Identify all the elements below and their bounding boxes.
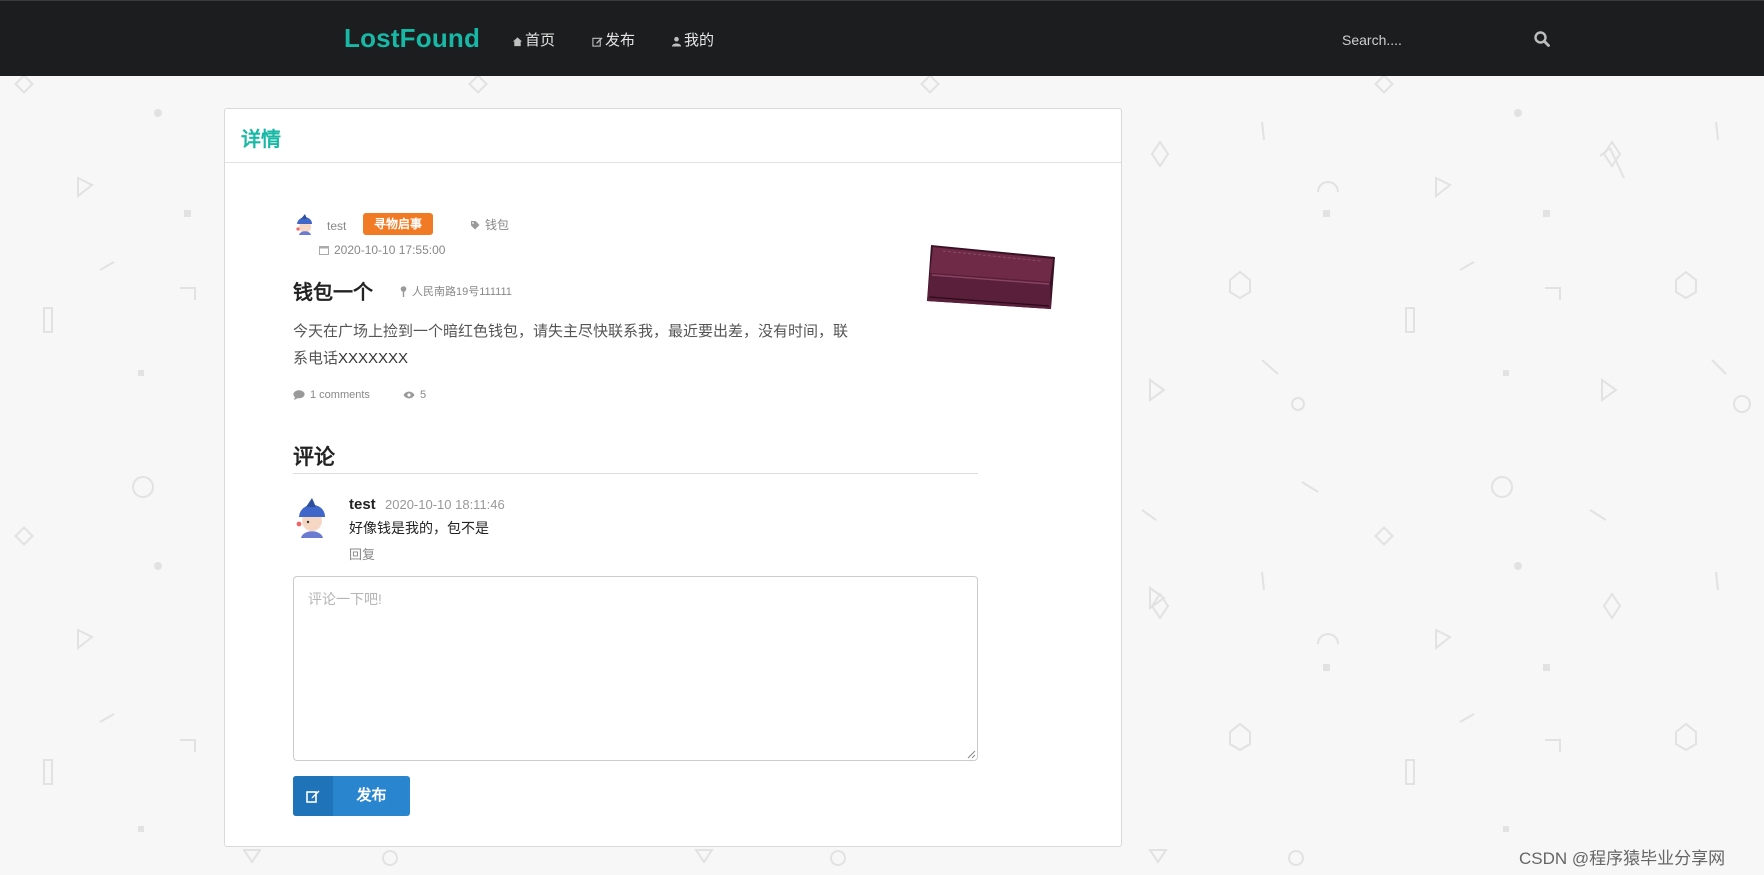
reply-link[interactable]: 回复 xyxy=(349,544,375,563)
submit-comment-button[interactable]: 发布 xyxy=(293,776,410,816)
calendar-icon xyxy=(319,246,329,255)
brand-logo[interactable]: LostFound xyxy=(344,23,480,54)
panel-title: 详情 xyxy=(241,129,281,151)
post-author[interactable]: test xyxy=(327,219,346,233)
search-icon[interactable] xyxy=(1533,30,1551,48)
submit-button-label: 发布 xyxy=(356,787,387,804)
nav-mine[interactable]: 我的 xyxy=(671,29,714,50)
post-tag-label: 钱包 xyxy=(485,218,510,232)
panel-header: 详情 xyxy=(225,109,1121,163)
category-badge: 寻物启事 xyxy=(363,213,434,235)
post-description: 今天在广场上捡到一个暗红色钱包，请失主尽快联系我，最近要出差，没有时间，联系电话… xyxy=(293,318,853,372)
comment-icon xyxy=(293,390,305,400)
map-pin-icon xyxy=(400,285,407,297)
search-input[interactable] xyxy=(1340,21,1544,59)
item-image[interactable] xyxy=(923,227,1063,327)
post-title: 钱包一个 xyxy=(293,282,373,304)
comments-count-label: 1 comments xyxy=(310,389,370,401)
author-avatar[interactable] xyxy=(293,213,315,237)
watermark: CSDN @程序猿毕业分享网 xyxy=(1519,849,1726,868)
resize-handle-icon[interactable] xyxy=(966,749,976,759)
nav-publish[interactable]: 发布 xyxy=(592,29,635,50)
nav-mine-label: 我的 xyxy=(684,32,715,49)
comment-input[interactable] xyxy=(293,576,978,761)
post-location: 人民南路19号111111 xyxy=(400,283,512,299)
eye-icon xyxy=(403,391,415,399)
nav-home[interactable]: 首页 xyxy=(512,29,555,50)
post-tag[interactable]: 钱包 xyxy=(470,216,509,233)
views-count: 5 xyxy=(403,389,426,401)
detail-panel: 详情 test 寻物启事 钱包 2020-10-10 17:55:00 钱包一个… xyxy=(224,108,1122,847)
user-icon xyxy=(671,36,682,47)
tag-icon xyxy=(471,220,480,229)
comments-section-title: 评论 xyxy=(293,441,978,474)
post-date: 2020-10-10 17:55:00 xyxy=(319,243,445,257)
comment-text: 好像钱是我的，包不是 xyxy=(349,520,489,536)
home-icon xyxy=(512,36,523,46)
edit-icon xyxy=(293,776,333,816)
commenter-avatar[interactable] xyxy=(292,497,330,539)
nav-home-label: 首页 xyxy=(525,32,556,49)
comment-author[interactable]: test xyxy=(349,496,376,513)
edit-icon xyxy=(592,36,603,47)
comment-time: 2020-10-10 18:11:46 xyxy=(385,497,505,512)
views-count-label: 5 xyxy=(420,389,427,401)
navbar: LostFound 首页 发布 我的 xyxy=(0,0,1764,76)
post-date-label: 2020-10-10 17:55:00 xyxy=(334,243,446,257)
comments-count[interactable]: 1 comments xyxy=(293,389,370,401)
post-location-label: 人民南路19号111111 xyxy=(412,286,512,298)
post-phone: XXXXXXX xyxy=(338,350,409,367)
nav-publish-label: 发布 xyxy=(605,32,636,49)
